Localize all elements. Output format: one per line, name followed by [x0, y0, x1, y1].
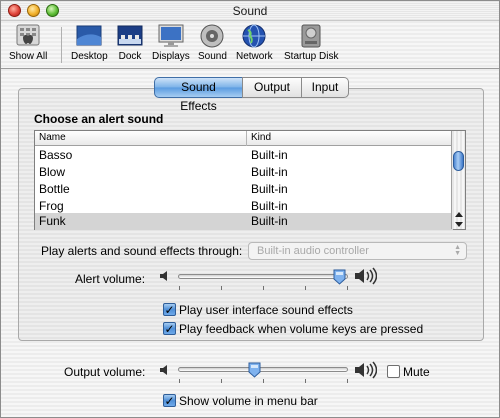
toolbar-item-sound[interactable]: Sound [198, 23, 227, 62]
toolbar-label: Startup Disk [284, 51, 339, 62]
slider-tick [263, 286, 264, 290]
toolbar-item-show-all[interactable]: Show All [9, 23, 47, 62]
alert-volume-label: Alert volume: [75, 272, 146, 286]
toolbar-item-displays[interactable]: Displays [152, 23, 190, 62]
popup-arrows-icon: ▲ ▼ [454, 244, 461, 257]
speaker-icon [200, 24, 224, 48]
show-volume-menu-bar-label[interactable]: Show volume in menu bar [179, 394, 318, 408]
table-row[interactable]: Blow Built-in [35, 164, 453, 181]
ui-sounds-checkbox[interactable]: ✓ [163, 303, 176, 316]
tab-bar: Sound Effects Output Input [154, 77, 349, 113]
speaker-loud-icon [355, 361, 377, 379]
alert-volume-slider[interactable] [178, 274, 348, 279]
output-volume-slider[interactable] [178, 367, 348, 372]
volume-feedback-checkbox[interactable]: ✓ [163, 322, 176, 335]
table-header: Name Kind [35, 131, 453, 146]
slider-tick [179, 379, 180, 383]
displays-icon [158, 24, 184, 47]
sound-name: Basso [39, 148, 73, 162]
table-row-selected[interactable]: Funk Built-in [35, 213, 453, 230]
slider-tick [179, 286, 180, 290]
ui-sounds-label[interactable]: Play user interface sound effects [179, 303, 353, 317]
desktop-icon [76, 25, 102, 46]
mute-checkbox[interactable] [387, 365, 400, 378]
tab-sound-effects[interactable]: Sound Effects [154, 77, 243, 113]
toolbar-label: Show All [9, 51, 48, 62]
table-scrollbar[interactable] [451, 131, 465, 229]
title-bar: Sound [1, 1, 499, 21]
globe-icon [242, 24, 266, 48]
slider-tick [263, 379, 264, 383]
scroll-down-arrow-icon[interactable] [455, 222, 463, 227]
sound-kind: Built-in [251, 148, 288, 162]
toolbar-label: Desktop [71, 51, 108, 62]
tab-output[interactable]: Output [242, 77, 302, 98]
speaker-quiet-icon [160, 365, 167, 375]
alert-sound-heading: Choose an alert sound [34, 112, 164, 126]
disk-icon [301, 24, 321, 48]
column-header-kind[interactable]: Kind [251, 131, 271, 146]
audio-device-popup[interactable]: Built-in audio controller ▲ ▼ [248, 242, 467, 260]
slider-tick [221, 286, 222, 290]
toolbar-divider [61, 27, 62, 63]
sound-name: Bottle [39, 182, 70, 196]
toolbar-item-network[interactable]: Network [236, 23, 273, 62]
sound-kind: Built-in [251, 182, 288, 196]
table-row[interactable]: Bottle Built-in [35, 181, 453, 198]
column-divider [246, 131, 247, 146]
window-title: Sound [232, 4, 268, 18]
tab-input[interactable]: Input [301, 77, 349, 98]
toolbar-item-dock[interactable]: Dock [116, 23, 144, 62]
sound-kind: Built-in [251, 165, 288, 179]
column-header-name[interactable]: Name [39, 131, 66, 146]
volume-feedback-label[interactable]: Play feedback when volume keys are press… [179, 322, 423, 336]
scroll-up-arrow-icon[interactable] [455, 212, 463, 217]
preferences-toolbar: Show All Desktop Dock Displays Sound Net… [1, 21, 499, 69]
toolbar-item-startup-disk[interactable]: Startup Disk [284, 23, 338, 62]
sound-name: Blow [39, 165, 66, 179]
output-volume-label: Output volume: [64, 365, 146, 379]
sound-preferences-window: Sound Show All Desktop Dock Displays Sou… [0, 0, 500, 418]
dock-icon [117, 25, 143, 46]
slider-tick [221, 379, 222, 383]
slider-tick [347, 379, 348, 383]
toolbar-label: Dock [118, 51, 142, 62]
speaker-loud-icon [355, 267, 377, 285]
scrollbar-thumb[interactable] [453, 151, 464, 171]
slider-tick [305, 286, 306, 290]
toolbar-label: Sound [198, 51, 227, 62]
table-row[interactable]: Basso Built-in [35, 147, 453, 164]
alert-volume-knob[interactable] [333, 269, 346, 285]
toolbar-label: Network [236, 51, 273, 62]
toolbar-label: Displays [152, 51, 190, 62]
sound-name: Funk [39, 214, 66, 228]
slider-tick [347, 286, 348, 290]
slider-tick [305, 379, 306, 383]
apple-show-all-icon [16, 24, 40, 46]
sound-kind: Built-in [251, 214, 288, 228]
output-volume-knob[interactable] [248, 362, 261, 378]
alert-sound-table: Name Kind Basso Built-in Blow Built-in B… [34, 130, 466, 230]
play-through-label: Play alerts and sound effects through: [41, 244, 243, 258]
audio-device-value: Built-in audio controller [257, 245, 369, 257]
mute-label[interactable]: Mute [403, 365, 430, 379]
speaker-quiet-icon [160, 271, 167, 281]
toolbar-item-desktop[interactable]: Desktop [71, 23, 108, 62]
show-volume-menu-bar-checkbox[interactable]: ✓ [163, 394, 176, 407]
